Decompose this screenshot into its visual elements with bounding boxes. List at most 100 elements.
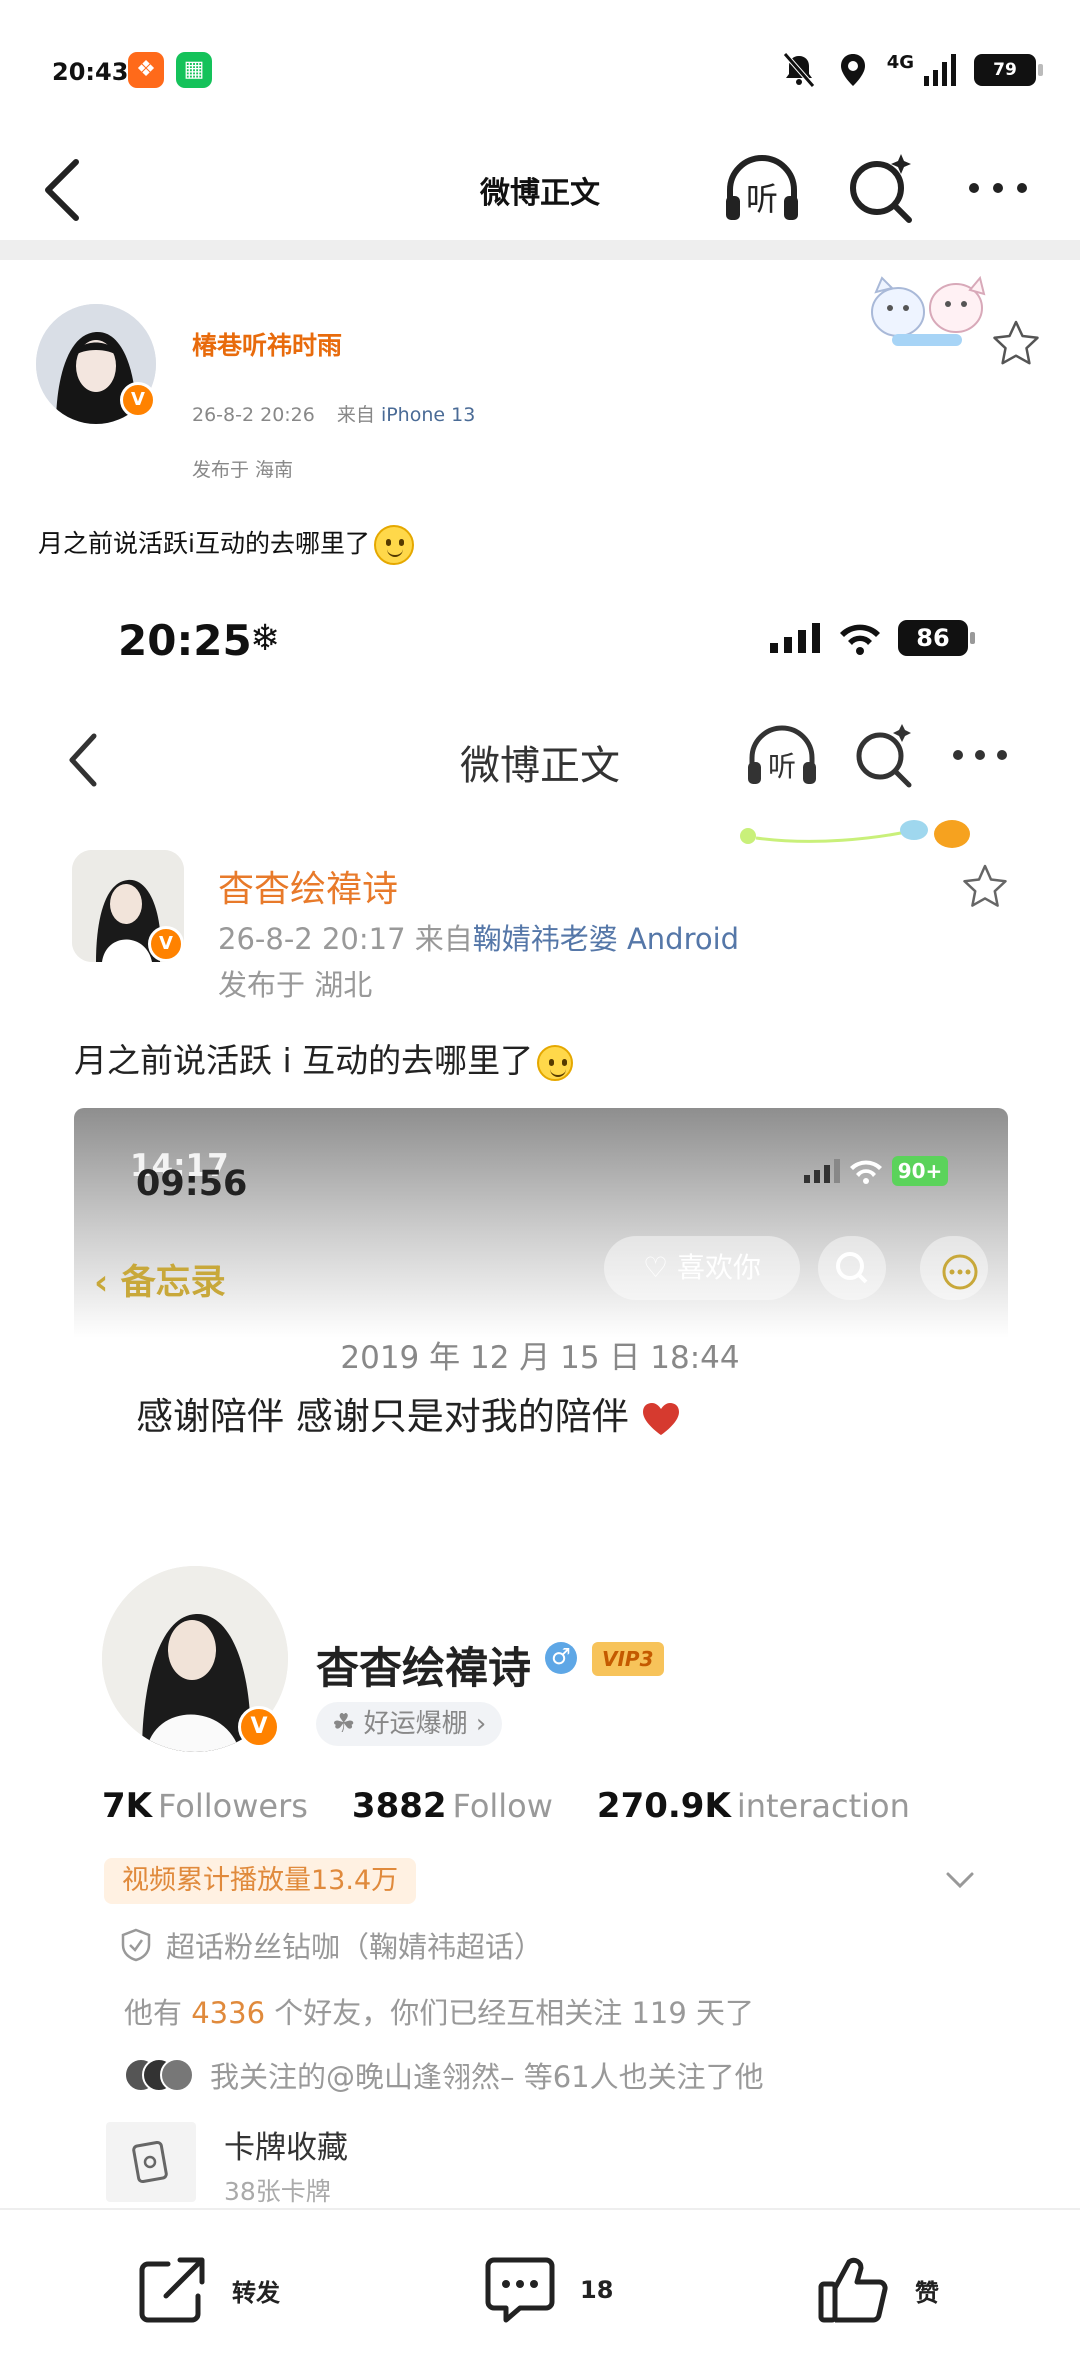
memo-like-pill: ♡ 喜欢你 [604, 1236, 800, 1300]
memo-signal-icon [804, 1159, 840, 1183]
repost-icon [139, 2257, 205, 2323]
chevron-down-icon [946, 1872, 974, 1889]
shot-post-meta: 26-8-2 20:17 来自鞠婧祎老婆 Android [218, 916, 739, 958]
mutual-text: 我关注的@晚山逢翎然– 等61人也关注了他 [210, 2060, 764, 2094]
bottom-action-bar: 转发 18 赞 [0, 2208, 1080, 2372]
location-icon [840, 54, 865, 86]
card-collection-title: 卡牌收藏 [224, 2130, 348, 2166]
repost-label: 转发 [232, 2278, 280, 2307]
post-body: 月之前说活跃i互动的去哪里了 [38, 524, 414, 565]
snowflake-icon: ❄ [250, 618, 281, 659]
shot-post-source: 鞠婧祎老婆 Android [472, 922, 740, 956]
comment-button[interactable]: 18 [480, 2250, 613, 2330]
search-sparkle-icon[interactable] [845, 148, 917, 228]
shot-smile-emoji-icon [537, 1044, 574, 1081]
card-collection-count: 38张卡牌 [224, 2177, 331, 2206]
friends-suffix: 个好友，你们已经互相关注 119 天了 [274, 1996, 755, 2030]
post-meta: 26-8-2 20:26 来自 iPhone 13 [192, 400, 475, 427]
followers-label: Followers [158, 1787, 308, 1825]
stat-interaction: 270.9K interaction [597, 1786, 910, 1826]
memo-wifi-icon [850, 1160, 882, 1184]
shot-battery: 86 [898, 620, 975, 656]
memo-date: 2019 年 12 月 15 日 18:44 [340, 1340, 740, 1376]
shot-listen-icon: 听 [748, 725, 816, 784]
friends-row: 他有 4336 个好友，你们已经互相关注 119 天了 [124, 1990, 754, 2032]
repost-button[interactable]: 转发 [132, 2250, 280, 2330]
shot-star-icon [963, 864, 1007, 907]
mutual-follow-row: 我关注的@晚山逢翎然– 等61人也关注了他 [124, 2054, 764, 2096]
shot-meta-text: 26-8-2 20:17 来自 [218, 922, 473, 956]
verified-badge-icon: V [120, 382, 156, 418]
like-icon [818, 2257, 888, 2323]
memo-screenshot: 14:17 09:56 90+ ‹ 备忘录 ♡ 喜欢你 [74, 1108, 1008, 1338]
author-name[interactable]: 椿巷听祎时雨 [192, 326, 342, 362]
gender-male-icon: ♂ [545, 1642, 577, 1674]
interaction-count: 270.9K [596, 1786, 731, 1826]
followers-count: 7K [102, 1786, 153, 1826]
memo-body-text: 感谢陪伴 感谢只是对我的陪伴 [136, 1395, 629, 1438]
vip-badge: VIP3 [592, 1642, 664, 1676]
memo-more-icon [920, 1236, 988, 1300]
section-divider [0, 240, 1080, 260]
stat-follow: 3882 Follow [352, 1786, 553, 1826]
memo-search-icon [818, 1236, 886, 1300]
comment-icon [485, 2257, 555, 2323]
shot-post-text: 月之前说活跃 i 互动的去哪里了 [74, 1041, 534, 1080]
shot-post-body: 月之前说活跃 i 互动的去哪里了 [74, 1034, 574, 1082]
battery-indicator: 79 [974, 54, 1043, 86]
comment-count: 18 [580, 2276, 614, 2304]
mute-bell-icon [782, 52, 815, 88]
shot-status-time: 20:25 [118, 616, 252, 665]
top-nav: 微博正文 听 [0, 140, 1080, 240]
source-prefix: 来自 [336, 404, 375, 426]
listen-icon[interactable]: 听 [720, 146, 804, 230]
card-collection-icon [106, 2122, 196, 2202]
post-date: 26-8-2 20:26 [192, 404, 315, 426]
follow-count: 3882 [351, 1786, 447, 1826]
more-icon[interactable] [962, 160, 1034, 216]
luck-tag: ☘ 好运爆棚 › [316, 1702, 503, 1746]
memo-time: 09:56 [136, 1164, 248, 1204]
mutual-avatars [124, 2058, 194, 2092]
like-button[interactable]: 赞 [815, 2250, 939, 2330]
interaction-label: interaction [736, 1787, 910, 1825]
shot-page-title: 微博正文 [460, 743, 620, 789]
shot-verified-badge-icon: V [148, 926, 184, 962]
status-icons: 4G 79 [779, 48, 1043, 92]
friends-count: 4336 [191, 1996, 266, 2030]
post-text: 月之前说活跃i互动的去哪里了 [38, 529, 370, 558]
memo-like-label: 喜欢你 [677, 1251, 762, 1284]
memo-back-link: ‹ 备忘录 [94, 1263, 226, 1303]
shot-search-sparkle-icon [856, 724, 912, 788]
favorite-star-icon[interactable] [990, 318, 1042, 370]
status-time: 20:43 [52, 58, 129, 86]
memo-battery: 90+ [892, 1156, 948, 1186]
shot-post-location: 发布于 湖北 [218, 968, 373, 1002]
luck-tag-label: 好运爆棚 › [363, 1709, 487, 1739]
app-notification-icon-green: ▦ [176, 52, 212, 88]
shot-wifi-icon [840, 624, 880, 655]
shot-author-name: 杳杳绘禕诗 [218, 869, 399, 910]
shot-decoration-icon [740, 820, 970, 848]
video-plays-tag: 视频累计播放量13.4万 [104, 1858, 417, 1904]
super-fan-row: 超话粉丝钻咖（鞠婧祎超话） [120, 1924, 543, 1966]
shield-icon [121, 1928, 151, 1962]
post-source[interactable]: iPhone 13 [381, 404, 475, 426]
mini-avatar [160, 2058, 194, 2092]
follow-label: Follow [452, 1787, 553, 1825]
memo-back-label: 备忘录 [120, 1263, 226, 1303]
profile-name: 杳杳绘禕诗 [316, 1644, 531, 1694]
memo-status-icons: 90+ [804, 1156, 948, 1186]
profile-verified-badge-icon: V [238, 1706, 280, 1748]
signal-icon [924, 54, 956, 86]
smile-emoji-icon [373, 525, 414, 565]
network-type: 4G [886, 52, 914, 73]
embedded-screenshot[interactable]: 20:25 ❄ 86 微博正文 听 V 杳杳绘禕诗 26-8-2 20:17 来… [0, 590, 1080, 2206]
app-notification-icon: ❖ [128, 52, 164, 88]
post-location: 发布于 海南 [192, 459, 294, 481]
shot-status-icons: 86 [770, 620, 975, 656]
like-label: 赞 [915, 2278, 939, 2307]
status-bar: 20:43 ❖ ▦ 4G 79 [0, 0, 1080, 140]
super-fan-text: 超话粉丝钻咖（鞠婧祎超话） [166, 1930, 544, 1964]
stat-followers: 7K Followers [102, 1786, 308, 1826]
